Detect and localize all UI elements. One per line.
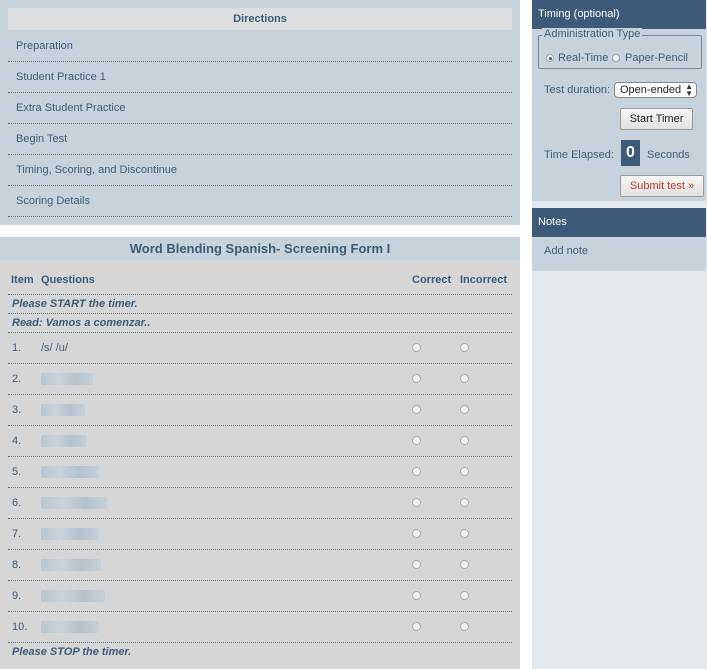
test-panel: Word Blending Spanish- Screening Form I … (0, 237, 520, 669)
test-title: Word Blending Spanish- Screening Form I (0, 237, 520, 260)
table-row: 7. (8, 519, 512, 550)
correct-radio[interactable] (412, 560, 421, 569)
instruction-start-timer: Please START the timer. (8, 295, 512, 314)
test-duration-value: Open-ended (620, 84, 682, 96)
correct-radio[interactable] (412, 498, 421, 507)
start-timer-button[interactable]: Start Timer (620, 108, 693, 130)
column-questions: Questions (41, 274, 95, 286)
directions-item-student-practice-1[interactable]: Student Practice 1 (8, 62, 512, 93)
directions-item-begin-test[interactable]: Begin Test (8, 124, 512, 155)
directions-item-timing-scoring[interactable]: Timing, Scoring, and Discontinue (8, 155, 512, 186)
row-number: 4. (12, 435, 22, 447)
correct-radio[interactable] (412, 374, 421, 383)
seconds-label: Seconds (647, 149, 690, 161)
directions-item-scoring-details[interactable]: Scoring Details (8, 186, 512, 217)
incorrect-radio[interactable] (460, 374, 469, 383)
directions-title: Directions (8, 8, 512, 30)
test-duration-label: Test duration: (544, 84, 611, 96)
blurred-question (41, 497, 107, 509)
directions-item-preparation[interactable]: Preparation (8, 31, 512, 62)
blurred-question (41, 404, 85, 416)
incorrect-radio[interactable] (460, 560, 469, 569)
row-number: 2. (12, 373, 22, 385)
timing-title: Timing (optional) (532, 0, 706, 29)
directions-panel: Directions Preparation Student Practice … (0, 0, 520, 225)
real-time-radio[interactable] (546, 54, 554, 62)
blurred-question (41, 466, 99, 478)
incorrect-radio[interactable] (460, 498, 469, 507)
row-number: 8. (12, 559, 22, 571)
row-number: 3. (12, 404, 22, 416)
correct-radio[interactable] (412, 622, 421, 631)
table-row: 1. /s/ /u/ (8, 333, 512, 364)
select-arrows-icon: ▲ ▼ (685, 82, 693, 98)
incorrect-radio[interactable] (460, 436, 469, 445)
add-note-link[interactable]: Add note (544, 245, 588, 257)
table-row: 6. (8, 488, 512, 519)
correct-radio[interactable] (412, 591, 421, 600)
row-number: 10. (12, 621, 28, 633)
incorrect-radio[interactable] (460, 405, 469, 414)
question-text: /s/ /u/ (41, 342, 68, 354)
incorrect-radio[interactable] (460, 529, 469, 538)
column-item: Item (11, 274, 34, 286)
incorrect-radio[interactable] (460, 343, 469, 352)
blurred-question (41, 435, 87, 447)
correct-radio[interactable] (412, 405, 421, 414)
row-number: 6. (12, 497, 22, 509)
incorrect-radio[interactable] (460, 622, 469, 631)
row-number: 5. (12, 466, 22, 478)
row-number: 1. (12, 342, 22, 354)
correct-radio[interactable] (412, 529, 421, 538)
blurred-question (41, 373, 93, 385)
table-row: 2. (8, 364, 512, 395)
instruction-read: Read: Vamos a comenzar.. (8, 314, 512, 333)
submit-test-button[interactable]: Submit test » (620, 175, 704, 197)
time-elapsed-value: 0 (621, 140, 640, 166)
real-time-label[interactable]: Real-Time (558, 52, 608, 64)
table-row: 10. (8, 612, 512, 643)
correct-radio[interactable] (412, 436, 421, 445)
time-elapsed-label: Time Elapsed: (544, 149, 614, 161)
table-header: Item Questions Correct Incorrect (8, 267, 512, 295)
table-row: 8. (8, 550, 512, 581)
incorrect-radio[interactable] (460, 591, 469, 600)
table-row: 3. (8, 395, 512, 426)
questions-table: Item Questions Correct Incorrect Please … (8, 267, 512, 662)
directions-list: Preparation Student Practice 1 Extra Stu… (8, 31, 512, 217)
notes-title: Notes (532, 208, 706, 237)
correct-radio[interactable] (412, 343, 421, 352)
directions-item-extra-student-practice[interactable]: Extra Student Practice (8, 93, 512, 124)
timing-panel: Timing (optional) Administration Type Re… (532, 0, 706, 201)
table-row: 9. (8, 581, 512, 612)
notes-panel: Notes Add note (532, 208, 706, 271)
column-correct: Correct (412, 274, 452, 286)
blurred-question (41, 590, 105, 602)
table-row: 5. (8, 457, 512, 488)
blurred-question (41, 559, 101, 571)
row-number: 7. (12, 528, 22, 540)
column-incorrect: Incorrect (460, 274, 508, 286)
paper-pencil-radio[interactable] (612, 54, 620, 62)
paper-pencil-label[interactable]: Paper-Pencil (625, 52, 688, 64)
blurred-question (41, 621, 99, 633)
instruction-stop-timer: Please STOP the timer. (12, 646, 132, 658)
table-row: 4. (8, 426, 512, 457)
correct-radio[interactable] (412, 467, 421, 476)
row-number: 9. (12, 590, 22, 602)
incorrect-radio[interactable] (460, 467, 469, 476)
administration-type-legend: Administration Type (542, 28, 643, 40)
test-duration-select[interactable]: Open-ended ▲ ▼ (614, 82, 697, 98)
blurred-question (41, 528, 99, 540)
